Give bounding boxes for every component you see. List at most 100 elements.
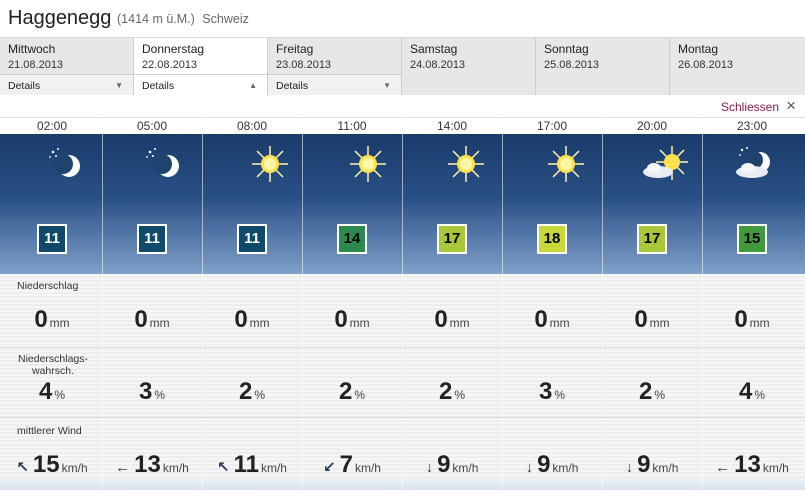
day-date: 21.08.2013	[8, 59, 64, 71]
sun-icon	[252, 146, 288, 182]
probability-row-label: Niederschlags- wahrsch.	[13, 353, 93, 377]
probability-value: 3%	[138, 378, 166, 405]
details-dropdown[interactable]: Details ▼	[268, 74, 401, 95]
time-label: 23:00	[736, 119, 768, 133]
probability-value: 4%	[38, 378, 66, 405]
moon-cloud-icon	[736, 147, 770, 178]
column-divider	[602, 117, 603, 490]
wind-value: ↖ 11 km/h	[217, 451, 287, 478]
day-name: Donnerstag	[142, 42, 205, 56]
precip-value: 0 mm	[634, 306, 670, 333]
wind-value: ← 13 km/h	[115, 451, 189, 478]
wind-direction-arrow-icon: ↓	[625, 459, 634, 476]
wind-direction-arrow-icon: ←	[715, 459, 731, 476]
details-label: Details	[8, 80, 41, 92]
location-header: Haggenegg (1414 m ü.M.) Schweiz	[0, 0, 805, 38]
moon-stars-icon	[49, 148, 80, 177]
column-divider	[202, 117, 203, 490]
temperature-badge: 11	[237, 224, 267, 254]
caret-up-icon: ▲	[249, 81, 257, 90]
details-label: Details	[276, 80, 309, 92]
day-name: Mittwoch	[8, 42, 56, 56]
temperature-badge: 15	[737, 224, 767, 254]
wind-value: ↓ 9 km/h	[425, 451, 479, 478]
wind-row-label: mittlerer Wind	[17, 425, 82, 437]
close-link[interactable]: Schliessen	[721, 100, 779, 114]
wind-value: ↙ 7 km/h	[323, 451, 381, 478]
temperature-badge: 18	[537, 224, 567, 254]
temperature-badge: 11	[137, 224, 167, 254]
time-label: 20:00	[636, 119, 668, 133]
wind-direction-arrow-icon: ←	[115, 459, 131, 476]
time-label: 14:00	[436, 119, 468, 133]
day-tab-mittwoch[interactable]: Mittwoch 21.08.2013 Details ▼	[0, 38, 134, 95]
day-name: Montag	[678, 42, 719, 56]
sun-icon	[350, 146, 386, 182]
day-tab-montag[interactable]: Montag 26.08.2013	[670, 38, 805, 95]
probability-value: 2%	[238, 378, 266, 405]
details-label: Details	[142, 80, 175, 92]
wind-value: ← 13 km/h	[715, 451, 789, 478]
day-date: 25.08.2013	[544, 59, 600, 71]
column-divider	[402, 117, 403, 490]
day-name: Samstag	[410, 42, 458, 56]
wind-value: ↓ 9 km/h	[525, 451, 579, 478]
day-tabs: Mittwoch 21.08.2013 Details ▼ Donnerstag…	[0, 38, 805, 96]
temperature-badge: 17	[637, 224, 667, 254]
precip-value: 0 mm	[134, 306, 170, 333]
sun-icon	[448, 146, 484, 182]
caret-down-icon: ▼	[383, 81, 391, 90]
day-tab-sonntag[interactable]: Sonntag 25.08.2013	[536, 38, 670, 95]
precip-row-label: Niederschlag	[17, 280, 79, 292]
wind-direction-arrow-icon: ↖	[16, 459, 29, 476]
column-divider	[102, 117, 103, 490]
day-tab-samstag[interactable]: Samstag 24.08.2013	[402, 38, 536, 95]
wind-direction-arrow-icon: ↙	[323, 459, 336, 476]
close-icon[interactable]: ×	[786, 96, 796, 116]
temperature-badge: 14	[337, 224, 367, 254]
probability-value: 3%	[538, 378, 566, 405]
day-date: 24.08.2013	[410, 59, 466, 71]
details-dropdown[interactable]: Details ▲	[134, 74, 267, 95]
sun-cloud-icon	[643, 146, 688, 180]
probability-value: 4%	[738, 378, 766, 405]
day-date: 26.08.2013	[678, 59, 734, 71]
precip-value: 0 mm	[434, 306, 470, 333]
temperature-badge: 11	[37, 224, 67, 254]
precip-value: 0 mm	[34, 306, 70, 333]
probability-value: 2%	[338, 378, 366, 405]
wind-value: ↓ 9 km/h	[625, 451, 679, 478]
day-date: 23.08.2013	[276, 59, 332, 71]
column-divider	[702, 117, 703, 490]
moon-stars-icon	[146, 148, 179, 177]
day-tab-donnerstag[interactable]: Donnerstag 22.08.2013 Details ▲	[134, 38, 268, 96]
precip-value: 0 mm	[734, 306, 770, 333]
time-label: 05:00	[136, 119, 168, 133]
day-tab-freitag[interactable]: Freitag 23.08.2013 Details ▼	[268, 38, 402, 95]
time-label: 11:00	[337, 119, 367, 133]
details-dropdown[interactable]: Details ▼	[0, 74, 133, 95]
time-label: 17:00	[536, 119, 568, 133]
location-title: Haggenegg	[8, 7, 112, 29]
probability-label-line2: wahrsch.	[31, 365, 74, 377]
probability-label-line1: Niederschlags-	[17, 353, 89, 365]
caret-down-icon: ▼	[115, 81, 123, 90]
country-text: Schweiz	[202, 12, 249, 26]
day-name: Freitag	[276, 42, 314, 56]
wind-direction-arrow-icon: ↓	[425, 459, 434, 476]
column-divider	[502, 117, 503, 490]
wind-direction-arrow-icon: ↓	[525, 459, 534, 476]
probability-value: 2%	[438, 378, 466, 405]
sun-icon	[548, 146, 584, 182]
column-divider	[302, 117, 303, 490]
precip-value: 0 mm	[334, 306, 370, 333]
time-label: 08:00	[236, 119, 268, 133]
probability-value: 2%	[638, 378, 666, 405]
precip-value: 0 mm	[234, 306, 270, 333]
day-name: Sonntag	[544, 42, 589, 56]
wind-direction-arrow-icon: ↖	[217, 459, 230, 476]
location-meta: (1414 m ü.M.) Schweiz	[117, 12, 253, 26]
temperature-badge: 17	[437, 224, 467, 254]
time-label: 02:00	[36, 119, 68, 133]
wind-value: ↖ 15 km/h	[16, 451, 88, 478]
